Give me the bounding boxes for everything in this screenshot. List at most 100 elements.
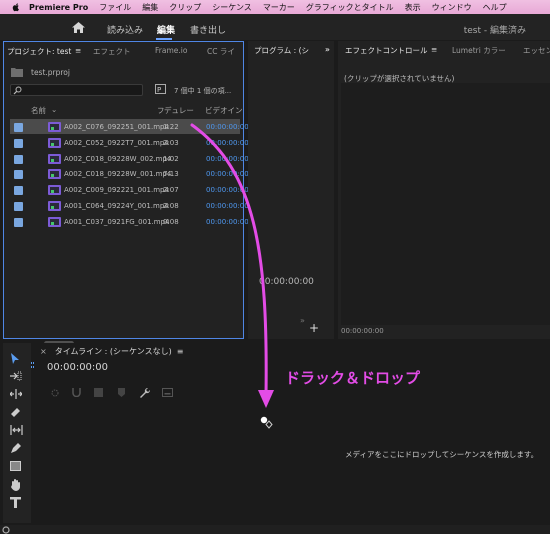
item-count: 7 個中 1 個の項... [174, 87, 232, 95]
panel-overflow-chevron-icon[interactable]: » [325, 45, 330, 54]
tab-effect-controls[interactable]: エフェクトコントロール [345, 45, 428, 56]
table-row[interactable]: A002_C009_092221_001.mp4 2:07 00:00:00:00 [10, 182, 249, 197]
clip-label-color[interactable] [14, 138, 23, 148]
wrench-settings-icon[interactable] [140, 388, 150, 398]
clip-duration: 0:08 [163, 217, 179, 226]
drag-drop-annotation: ドラック＆ドロップ [285, 369, 421, 387]
slip-tool-icon[interactable] [10, 425, 23, 435]
status-indicator-icon[interactable] [2, 526, 10, 534]
menu-marker[interactable]: マーカー [263, 2, 295, 13]
menu-graphics[interactable]: グラフィックとタイトル [306, 2, 394, 13]
video-clip-icon [48, 169, 61, 181]
tab-program[interactable]: プログラム : (シ [254, 45, 309, 56]
new-bin-search-icon[interactable]: P [155, 84, 166, 94]
captions-icon[interactable] [162, 388, 173, 397]
folder-icon [11, 68, 23, 77]
tab-project[interactable]: プロジェクト: test [7, 46, 71, 57]
clip-label-color[interactable] [14, 123, 23, 132]
table-row[interactable]: A002_C076_092251_001.mp4 1:22 00:00:00:00 [10, 119, 249, 134]
clip-label-color[interactable] [14, 154, 23, 164]
tab-lumetri-color[interactable]: Lumetri カラー [452, 45, 506, 56]
workspace-tab-edit[interactable]: 編集 [157, 23, 175, 36]
clip-video-in: 00:00:00:00 [206, 138, 249, 147]
add-marker-icon[interactable] [117, 388, 126, 397]
table-row[interactable]: A002_C052_0922T7_001.mp4 2:03 00:00:00:00 [10, 135, 249, 150]
clip-name: A002_C076_092251_001.mp4 [64, 123, 169, 131]
program-tabs: プログラム : (シ » [248, 41, 334, 57]
search-input[interactable] [10, 84, 143, 96]
rectangle-tool-icon[interactable] [10, 461, 21, 471]
selection-tool-icon[interactable] [10, 353, 20, 365]
table-row[interactable]: A001_C064_09224Y_001.mp4 2:08 00:00:00:00 [10, 198, 249, 213]
app-menu[interactable]: Premiere Pro [29, 3, 88, 12]
ripple-edit-tool-icon[interactable] [10, 389, 22, 399]
insert-sequence-icon[interactable] [50, 388, 60, 398]
clip-label-color[interactable] [14, 186, 23, 196]
home-icon[interactable] [72, 22, 85, 33]
workspace-bar: 読み込み 編集 書き出し test - 編集済み [0, 14, 550, 40]
video-clip-icon [48, 153, 61, 166]
menu-help[interactable]: ヘルプ [483, 2, 507, 13]
project-file-name: test.prproj [31, 68, 70, 77]
sort-chevron-icon[interactable]: ⌄ [51, 105, 57, 114]
program-timecode[interactable]: 00:00:00:00 [259, 277, 314, 287]
clip-label-color[interactable] [14, 217, 23, 227]
clip-video-in: 00:00:00:00 [206, 154, 249, 163]
column-headers: 名前 ⌄ フレームレート デュレー ビデオイン [4, 104, 243, 116]
clip-label-color[interactable] [14, 170, 23, 180]
column-framerate[interactable]: フレームレート [157, 105, 164, 116]
clip-video-in: 00:00:00:00 [206, 217, 249, 226]
table-row[interactable]: A002_C018_09228W_002.mp4 1:02 00:00:00:00 [10, 151, 249, 166]
effect-controls-tabs: エフェクトコントロール ≡ Lumetri カラー エッセン [338, 41, 550, 57]
tab-cc-libraries[interactable]: CC ライ [207, 46, 235, 57]
project-panel-tabs: プロジェクト: test ≡ エフェクト Frame.io CC ライ [7, 46, 235, 57]
tools-panel [3, 343, 31, 523]
workspace-tab-import[interactable]: 読み込み [107, 23, 143, 36]
column-name[interactable]: 名前 [31, 105, 46, 116]
clip-video-in: 00:00:00:00 [206, 186, 249, 195]
program-monitor-panel: プログラム : (シ » 00:00:00:00 » + [248, 41, 334, 339]
menu-window[interactable]: ウィンドウ [432, 2, 472, 13]
tab-essential[interactable]: エッセン [523, 45, 550, 56]
drag-cursor-icon [260, 416, 273, 429]
timeline-timecode[interactable]: 00:00:00:00 [47, 362, 108, 373]
column-duration[interactable]: デュレー [164, 105, 194, 116]
effect-controls-timecode: 00:00:00:00 [341, 327, 384, 335]
clip-video-in: 00:00:00:00 [206, 170, 249, 179]
track-select-tool-icon[interactable] [10, 371, 22, 381]
more-controls-chevron-icon[interactable]: » [300, 316, 305, 325]
video-clip-icon [48, 201, 61, 213]
clip-name: A002_C052_0922T7_001.mp4 [64, 138, 169, 147]
column-video-in[interactable]: ビデオイン [205, 105, 243, 116]
menu-clip[interactable]: クリップ [169, 2, 201, 13]
menu-sequence[interactable]: シーケンス [212, 2, 252, 13]
table-row[interactable]: A002_C018_09228W_001.mp4 7:13 00:00:00:00 [10, 166, 249, 181]
tab-frameio[interactable]: Frame.io [155, 46, 187, 55]
menu-edit[interactable]: 編集 [142, 2, 158, 13]
pen-tool-icon[interactable] [10, 443, 21, 454]
clip-name: A002_C018_09228W_001.mp4 [64, 170, 172, 179]
menu-file[interactable]: ファイル [99, 2, 131, 13]
type-tool-icon[interactable] [10, 497, 21, 508]
menu-view[interactable]: 表示 [405, 2, 421, 13]
tab-effects[interactable]: エフェクト [93, 46, 131, 57]
linked-selection-icon[interactable] [94, 388, 103, 397]
timeline-title: × タイムライン : (シーケンスなし) ≡ [40, 347, 184, 356]
workspace-tab-export[interactable]: 書き出し [190, 23, 226, 36]
hand-tool-icon[interactable] [10, 479, 21, 491]
apple-icon[interactable] [11, 2, 21, 12]
add-button-plus-icon[interactable]: + [309, 321, 319, 335]
macos-menubar: Premiere Pro ファイル 編集 クリップ シーケンス マーカー グラフ… [0, 0, 550, 14]
svg-text:P: P [157, 86, 161, 94]
close-icon[interactable]: × [40, 347, 47, 356]
clip-video-in: 00:00:00:00 [206, 123, 249, 131]
active-tab-underline [156, 38, 172, 40]
video-clip-icon [48, 122, 61, 134]
razor-tool-icon[interactable] [10, 407, 21, 418]
project-status: test - 編集済み [463, 26, 526, 36]
clip-label-color[interactable] [14, 202, 23, 211]
table-row[interactable]: A001_C037_0921FG_001.mp4 0:08 00:00:00:00 [10, 214, 249, 229]
snap-magnet-icon[interactable] [72, 388, 81, 397]
video-clip-icon [48, 185, 61, 197]
clip-name: A001_C037_0921FG_001.mp4 [64, 217, 170, 226]
